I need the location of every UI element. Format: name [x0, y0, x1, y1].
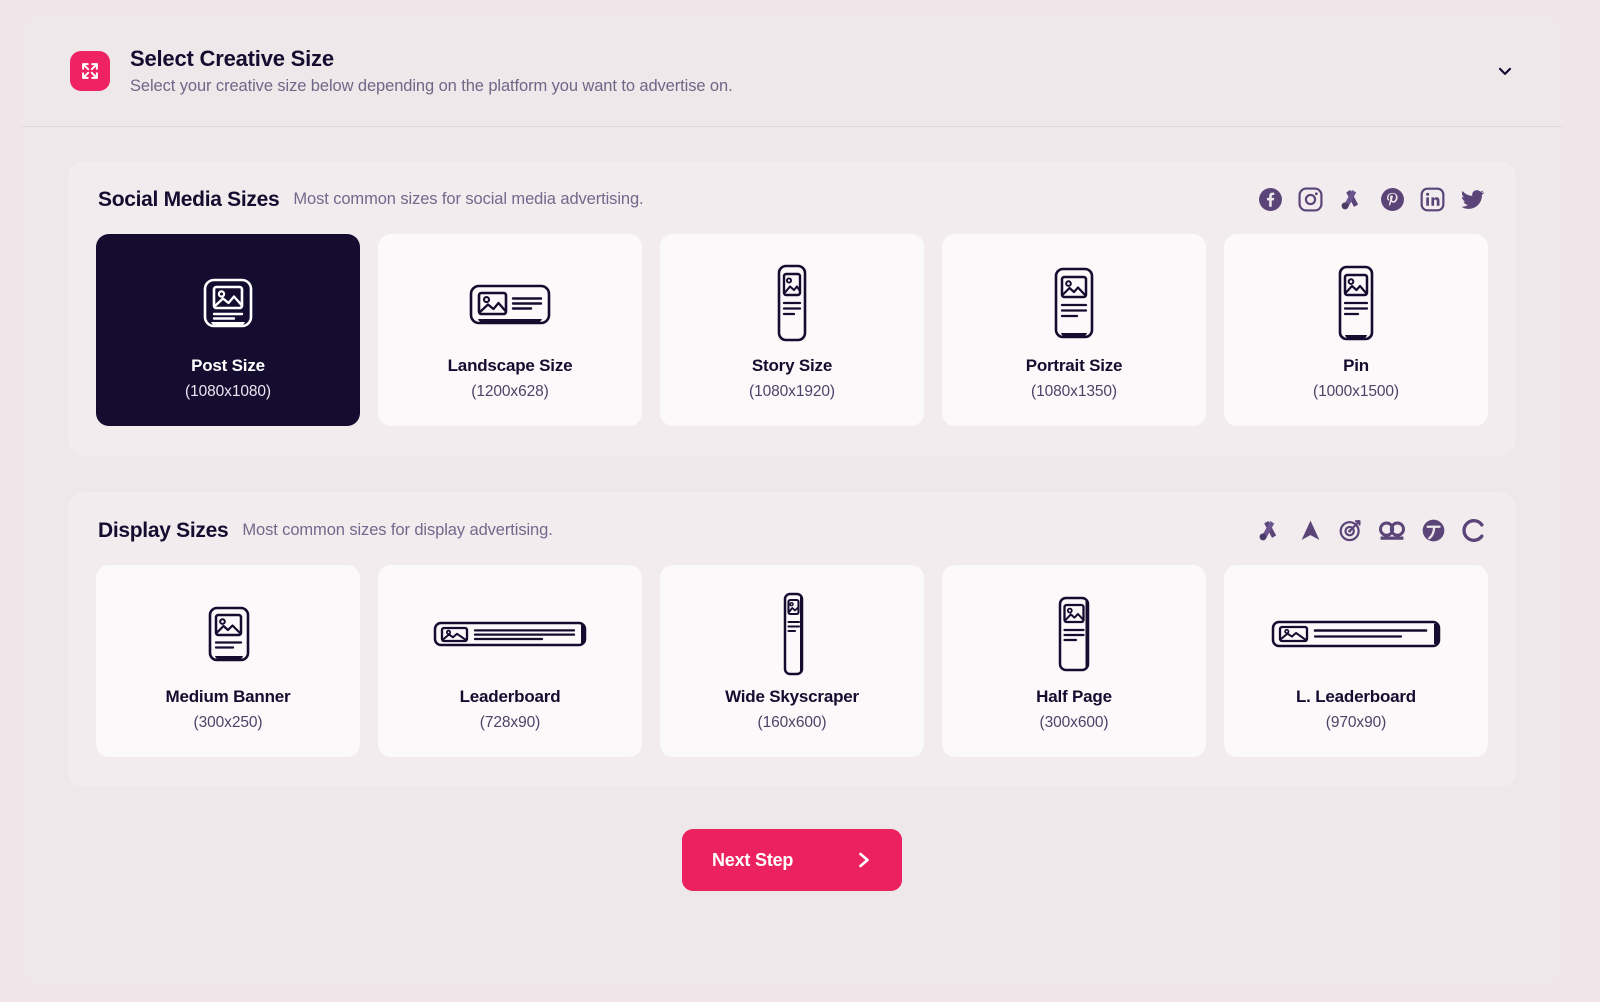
size-card-wide-skyscraper[interactable]: Wide Skyscraper (160x600)	[660, 565, 924, 757]
size-card-title: Wide Skyscraper	[725, 686, 859, 706]
size-card-dimensions: (300x600)	[1039, 713, 1109, 731]
display-sizes-header: Display Sizes Most common sizes for disp…	[96, 518, 1488, 543]
section-title: Social Media Sizes	[98, 187, 280, 211]
size-card-dimensions: (300x250)	[193, 713, 263, 731]
large-leaderboard-icon	[1270, 591, 1442, 677]
page-title: Select Creative Size	[130, 46, 334, 71]
social-media-sizes-section: Social Media Sizes Most common sizes for…	[68, 161, 1516, 456]
facebook-icon	[1258, 187, 1283, 212]
panel-header: Select Creative Size Select your creativ…	[22, 16, 1562, 127]
social-platform-icons	[1258, 187, 1486, 212]
google-ads-icon	[1338, 187, 1365, 212]
size-card-post-size[interactable]: Post Size (1080x1080)	[96, 234, 360, 426]
instagram-icon	[1298, 187, 1323, 212]
size-card-title: Pin	[1343, 355, 1369, 375]
section-subtitle: Most common sizes for display advertisin…	[242, 521, 553, 539]
size-card-title: Story Size	[751, 355, 833, 375]
display-sizes-section: Display Sizes Most common sizes for disp…	[68, 492, 1516, 787]
display-size-cards: Medium Banner (300x250) Leaderboard (728…	[96, 565, 1488, 757]
size-card-story-size[interactable]: Story Size (1080x1920)	[660, 234, 924, 426]
story-post-icon	[764, 260, 820, 346]
size-card-title: Half Page	[1036, 686, 1112, 706]
size-card-landscape-size[interactable]: Landscape Size (1200x628)	[378, 234, 642, 426]
size-card-title: Leaderboard	[459, 686, 561, 706]
size-card-title: Medium Banner	[165, 686, 291, 706]
size-card-dimensions: (1080x1920)	[749, 382, 835, 400]
size-card-title: Landscape Size	[447, 355, 573, 375]
panel-body: Social Media Sizes Most common sizes for…	[22, 127, 1562, 931]
criteo-icon	[1461, 518, 1486, 543]
social-media-sizes-header: Social Media Sizes Most common sizes for…	[96, 187, 1488, 212]
next-step-label: Next Step	[712, 849, 794, 870]
linkedin-icon	[1420, 187, 1445, 212]
panel-header-texts: Select Creative Size Select your creativ…	[130, 46, 733, 96]
size-card-dimensions: (1080x1350)	[1031, 382, 1117, 400]
portrait-post-icon	[1043, 260, 1105, 346]
size-card-dimensions: (1200x628)	[471, 382, 549, 400]
creative-size-panel: Select Creative Size Select your creativ…	[22, 16, 1562, 986]
pinterest-icon	[1380, 187, 1405, 212]
leaderboard-icon	[432, 591, 588, 677]
size-card-l-leaderboard[interactable]: L. Leaderboard (970x90)	[1224, 565, 1488, 757]
size-card-portrait-size[interactable]: Portrait Size (1080x1350)	[942, 234, 1206, 426]
panel-footer: Next Step	[68, 823, 1516, 931]
page-subtitle: Select your creative size below dependin…	[130, 77, 733, 95]
size-card-title: Post Size	[191, 355, 265, 375]
size-card-half-page[interactable]: Half Page (300x600)	[942, 565, 1206, 757]
next-step-button[interactable]: Next Step	[682, 829, 902, 891]
chevron-right-icon	[856, 850, 872, 870]
outbrain-icon	[1378, 518, 1406, 543]
expand-arrows-icon	[70, 51, 110, 91]
section-title: Display Sizes	[98, 518, 229, 542]
adroll-icon	[1298, 518, 1323, 543]
section-subtitle: Most common sizes for social media adver…	[293, 190, 644, 208]
size-card-title: L. Leaderboard	[1295, 686, 1416, 706]
size-card-pin[interactable]: Pin (1000x1500)	[1224, 234, 1488, 426]
display-platform-icons	[1256, 518, 1486, 543]
square-post-icon	[192, 260, 264, 346]
size-card-dimensions: (160x600)	[757, 713, 827, 731]
size-card-title: Portrait Size	[1025, 355, 1123, 375]
chevron-down-icon[interactable]	[1488, 54, 1522, 88]
size-card-dimensions: (1080x1080)	[185, 382, 271, 400]
social-media-size-cards: Post Size (1080x1080) Landscape Size (12…	[96, 234, 1488, 426]
taboola-icon	[1421, 518, 1446, 543]
target-dart-icon	[1338, 518, 1363, 543]
size-card-dimensions: (970x90)	[1325, 713, 1387, 731]
landscape-post-icon	[465, 260, 555, 346]
skyscraper-icon	[770, 591, 814, 677]
half-page-icon	[1046, 591, 1102, 677]
twitter-icon	[1460, 187, 1486, 212]
size-card-dimensions: (728x90)	[479, 713, 541, 731]
size-card-medium-banner[interactable]: Medium Banner (300x250)	[96, 565, 360, 757]
page-root: Select Creative Size Select your creativ…	[0, 0, 1600, 1002]
size-card-dimensions: (1000x1500)	[1313, 382, 1399, 400]
google-ads-icon	[1256, 518, 1283, 543]
medium-banner-icon	[197, 591, 259, 677]
size-card-leaderboard[interactable]: Leaderboard (728x90)	[378, 565, 642, 757]
pin-post-icon	[1327, 260, 1385, 346]
